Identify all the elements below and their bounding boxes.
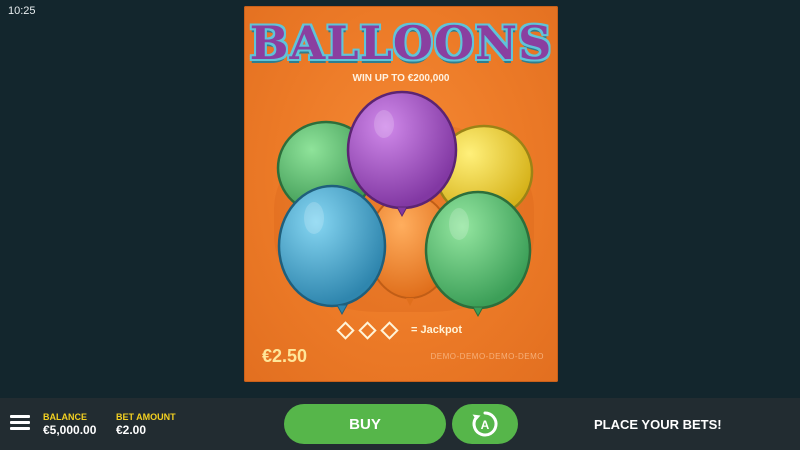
svg-text:A: A [481, 418, 490, 432]
autoplay-button[interactable]: A [452, 404, 518, 444]
balance-label: BALANCE [43, 412, 87, 422]
buy-button[interactable]: BUY [284, 404, 446, 444]
balance-value: €5,000.00 [43, 423, 97, 437]
bottom-bar: BALANCE €5,000.00 BET AMOUNT €2.00 BUY A… [0, 398, 800, 450]
jackpot-legend: = Jackpot [336, 320, 463, 340]
scratch-ticket[interactable]: BALLOONS WIN UP TO €200,000 = Jackpot €2… [244, 6, 558, 382]
bet-amount-label: BET AMOUNT [116, 412, 176, 422]
balloon-blue[interactable] [277, 184, 387, 316]
autoplay-icon: A [472, 411, 498, 437]
balance-display: BALANCE €5,000.00 [43, 412, 96, 437]
hamburger-menu-icon[interactable] [10, 415, 30, 431]
bet-amount-value: €2.00 [116, 423, 147, 437]
bet-amount-control[interactable]: BET AMOUNT €2.00 [116, 412, 176, 437]
status-message: PLACE YOUR BETS! [594, 417, 722, 432]
balloon-green-right[interactable] [424, 190, 532, 318]
diamond-icon [380, 320, 399, 340]
demo-watermark: DEMO-DEMO-DEMO-DEMO [430, 352, 544, 361]
ticket-price: €2.50 [262, 346, 308, 366]
diamond-icon [358, 320, 377, 340]
diamond-icon [336, 320, 355, 340]
clock: 10:25 [8, 5, 36, 17]
jackpot-label: = Jackpot [411, 324, 463, 336]
